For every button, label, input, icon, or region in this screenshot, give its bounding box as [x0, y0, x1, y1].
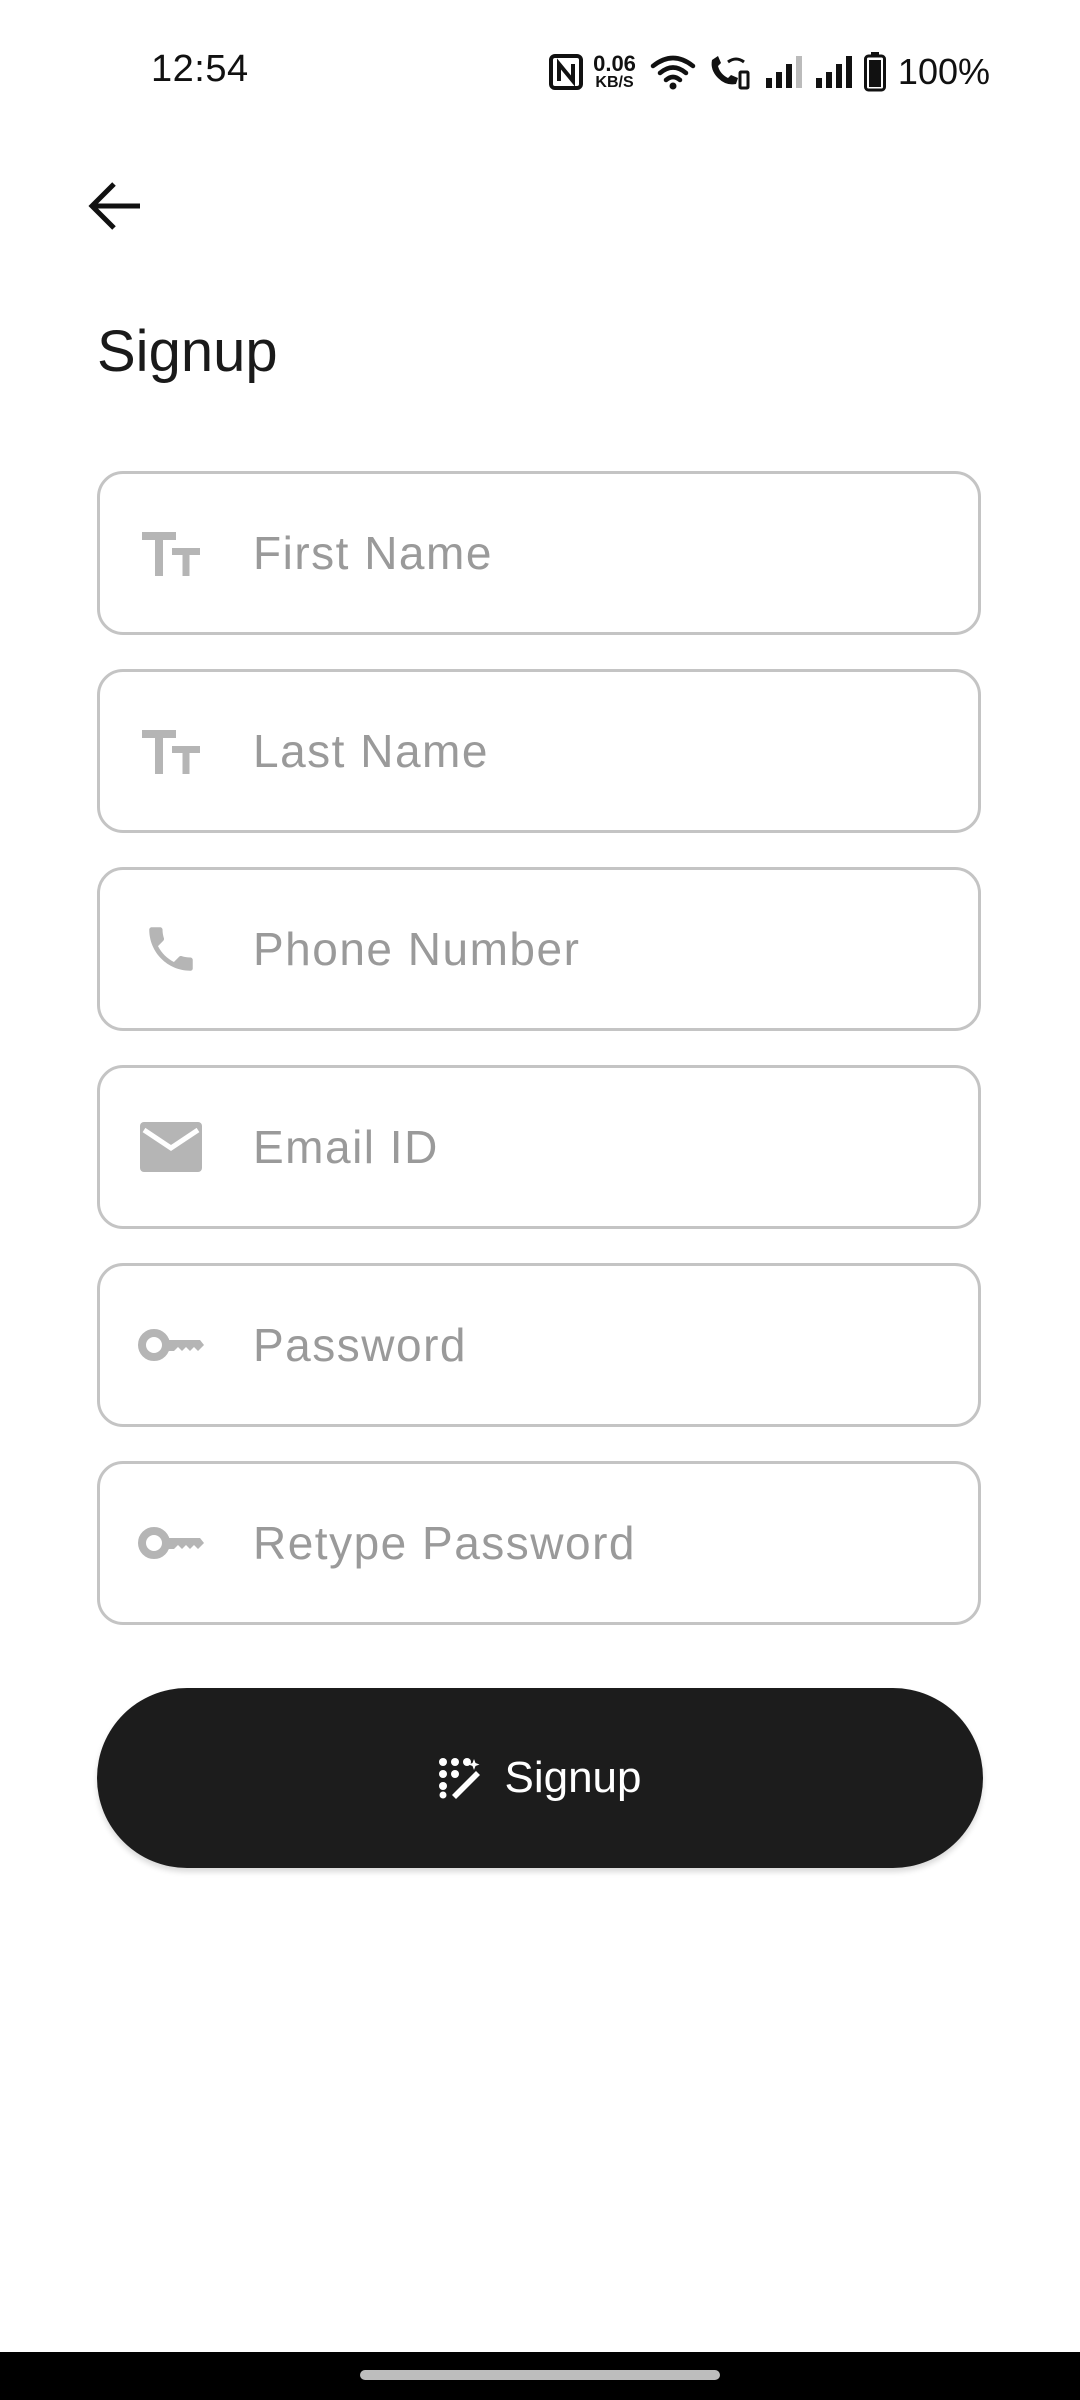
signup-button-label: Signup	[504, 1753, 642, 1802]
key-icon	[136, 1508, 206, 1578]
status-icons: 0.06 KB/S 100%	[549, 48, 990, 96]
retype-password-field[interactable]	[97, 1461, 981, 1625]
signal-sim2-icon	[815, 56, 852, 88]
network-speed-unit: KB/S	[595, 74, 634, 91]
email-icon	[136, 1112, 206, 1182]
battery-icon	[863, 52, 886, 92]
retype-password-input[interactable]	[253, 1516, 933, 1570]
first-name-field[interactable]	[97, 471, 981, 635]
signup-button[interactable]: Signup	[97, 1688, 983, 1868]
email-input[interactable]	[253, 1120, 933, 1174]
wifi-icon	[650, 55, 696, 90]
arrow-back-icon	[88, 182, 140, 230]
status-bar: 12:54 0.06 KB/S 100%	[0, 0, 1080, 140]
page-title: Signup	[97, 319, 278, 384]
network-speed-value: 0.06	[593, 51, 636, 76]
phone-number-field[interactable]	[97, 867, 981, 1031]
last-name-field[interactable]	[97, 669, 981, 833]
back-button[interactable]	[80, 170, 152, 242]
phone-icon	[136, 914, 206, 984]
status-time: 12:54	[151, 48, 249, 90]
key-icon	[136, 1310, 206, 1380]
wifi-calling-icon	[711, 56, 750, 90]
text-size-icon	[136, 716, 206, 786]
email-field[interactable]	[97, 1065, 981, 1229]
last-name-input[interactable]	[253, 724, 933, 778]
magic-wand-icon	[439, 1758, 481, 1799]
first-name-input[interactable]	[253, 526, 933, 580]
nfc-icon	[549, 54, 584, 90]
signal-sim1-icon	[765, 56, 802, 88]
battery-percent: 100%	[897, 51, 990, 92]
navigation-bar	[0, 2352, 1080, 2400]
password-input[interactable]	[253, 1318, 933, 1372]
phone-number-input[interactable]	[253, 922, 933, 976]
text-size-icon	[136, 518, 206, 588]
password-field[interactable]	[97, 1263, 981, 1427]
signup-screen: 12:54 0.06 KB/S 100% Signup First Name L…	[0, 0, 1080, 2400]
network-speed: 0.06 KB/S	[593, 53, 636, 91]
home-indicator[interactable]	[360, 2370, 720, 2380]
